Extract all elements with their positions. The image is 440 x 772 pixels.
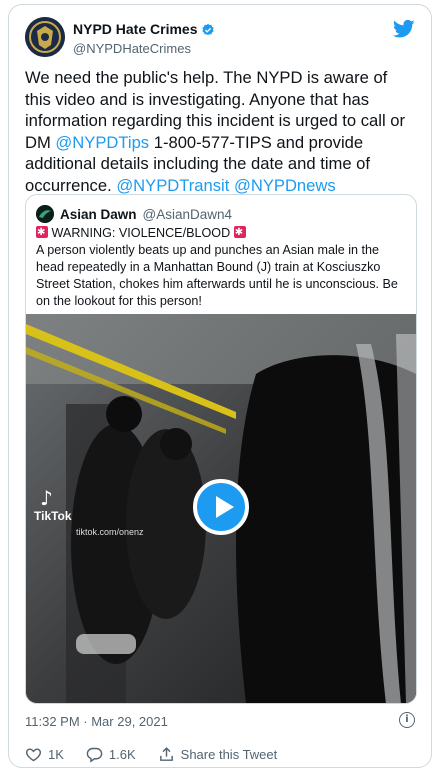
like-button[interactable]: 1K <box>25 746 64 763</box>
author-display-name[interactable]: NYPD Hate Crimes <box>73 21 198 38</box>
play-button[interactable] <box>193 479 249 535</box>
quoted-display-name: Asian Dawn <box>60 206 137 222</box>
siren-icon <box>233 224 246 241</box>
info-icon[interactable]: i <box>399 712 415 728</box>
verified-badge-icon <box>201 23 214 35</box>
reply-count: 1.6K <box>108 746 136 762</box>
quoted-warning: WARNING: VIOLENCE/BLOOD <box>51 226 231 240</box>
quoted-avatar <box>36 205 54 223</box>
quoted-avatar-logo <box>36 205 54 223</box>
like-count: 1K <box>48 746 64 762</box>
mention-nypdnews-link[interactable]: @NYPDnews <box>234 176 336 195</box>
quoted-body: A person violently beats up and punches … <box>36 243 398 308</box>
nypd-badge-logo <box>25 17 65 57</box>
avatar[interactable] <box>25 17 65 57</box>
video-player[interactable]: ♪ TikTok tiktok.com/onenz <box>26 314 416 703</box>
video-watermark-url: tiktok.com/onenz <box>76 527 144 537</box>
quoted-handle: @AsianDawn4 <box>142 206 233 222</box>
tweet-actions: 1K 1.6K Share this Tweet <box>25 743 415 765</box>
share-icon <box>159 746 173 761</box>
author-handle[interactable]: @NYPDHateCrimes <box>73 40 215 57</box>
quoted-text: WARNING: VIOLENCE/BLOOD A person violent… <box>36 224 408 310</box>
video-watermark: TikTok <box>34 509 72 523</box>
author-names: NYPD Hate Crimes @NYPDHateCrimes <box>73 21 215 57</box>
quoted-tweet-header: Asian Dawn @AsianDawn4 <box>36 205 232 223</box>
tweet-text: We need the public's help. The NYPD is a… <box>25 67 417 197</box>
share-label: Share this Tweet <box>180 746 278 762</box>
tiktok-logo-icon: ♪ <box>40 486 53 510</box>
reply-icon <box>86 747 103 763</box>
share-button[interactable]: Share this Tweet <box>158 746 278 763</box>
timestamp[interactable]: 11:32 PM · Mar 29, 2021 <box>25 714 168 729</box>
mention-nypdtransit-link[interactable]: @NYPDTransit <box>116 176 229 195</box>
mention-nypdtips-link[interactable]: @NYPDTips <box>55 133 149 152</box>
tweet-meta: 11:32 PM · Mar 29, 2021 i <box>25 711 415 731</box>
twitter-bird-icon[interactable] <box>393 19 415 39</box>
quoted-tweet[interactable]: Asian Dawn @AsianDawn4 WARNING: VIOLENCE… <box>25 194 417 704</box>
siren-icon <box>36 224 48 241</box>
tweet-header: NYPD Hate Crimes @NYPDHateCrimes <box>25 17 415 61</box>
reply-button[interactable]: 1.6K <box>86 746 136 763</box>
heart-icon <box>26 747 41 761</box>
tweet-card: NYPD Hate Crimes @NYPDHateCrimes We need… <box>8 4 432 768</box>
